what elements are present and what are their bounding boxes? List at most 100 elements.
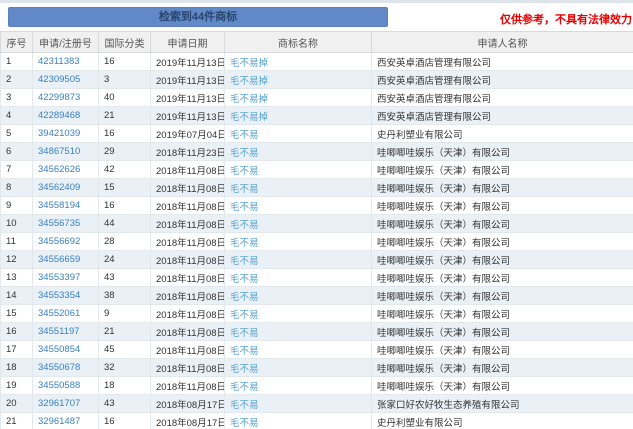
trademark-name-link[interactable]: 毛不易 <box>230 202 259 213</box>
trademark-name-link[interactable]: 毛不易掉 <box>230 94 268 105</box>
serial-number-cell: 6 <box>6 146 12 157</box>
apply-date-cell: 2019年11月13日 <box>156 75 225 87</box>
registration-number-link[interactable]: 42289468 <box>38 110 80 121</box>
registration-number-link[interactable]: 34551197 <box>38 326 80 337</box>
registration-number-link[interactable]: 34556692 <box>38 236 80 247</box>
table-row: 13 34553397 43 2018年11月08日 毛不易 哇唧唧哇娱乐（天津）有限公司 <box>0 268 633 287</box>
trademark-name-link[interactable]: 毛不易 <box>230 166 259 177</box>
serial-number-cell: 13 <box>6 272 17 283</box>
trademark-name-link[interactable]: 毛不易掉 <box>230 112 268 123</box>
applicant-name-cell: 哇唧唧哇娱乐（天津）有限公司 <box>377 147 511 159</box>
apply-date-cell: 2018年11月08日 <box>156 327 225 339</box>
intl-class-cell: 43 <box>104 272 115 283</box>
table-row: 8 34562409 15 2018年11月08日 毛不易 哇唧唧哇娱乐（天津）有限公司 <box>0 178 633 197</box>
table-row: 6 34867510 29 2018年11月23日 毛不易 哇唧唧哇娱乐（天津）有限公司 <box>0 142 633 161</box>
trademark-name-link[interactable]: 毛不易 <box>230 148 259 159</box>
registration-number-link[interactable]: 39421039 <box>38 128 80 139</box>
intl-class-cell: 32 <box>104 362 115 373</box>
registration-number-link[interactable]: 34562409 <box>38 182 80 193</box>
registration-number-link[interactable]: 34562626 <box>38 164 80 175</box>
serial-number-cell: 16 <box>6 326 17 337</box>
trademark-name-link[interactable]: 毛不易 <box>230 346 259 357</box>
apply-date-cell: 2019年07月04日 <box>156 129 225 141</box>
registration-number-link[interactable]: 32961487 <box>38 416 80 427</box>
apply-date-cell: 2018年11月08日 <box>156 291 225 303</box>
serial-number-cell: 20 <box>6 398 17 409</box>
trademark-search-results-page: 检索到44件商标 仅供参考，不具有法律效力 序号 申请/注册号 国际分类 申请日… <box>0 0 633 429</box>
intl-class-cell: 21 <box>104 110 115 121</box>
intl-class-cell: 9 <box>104 308 110 319</box>
registration-number-link[interactable]: 34556735 <box>38 218 80 229</box>
apply-date-cell: 2018年11月08日 <box>156 201 225 213</box>
applicant-name-cell: 哇唧唧哇娱乐（天津）有限公司 <box>377 237 511 249</box>
applicant-name-cell: 史丹利塑业有限公司 <box>377 417 463 429</box>
trademark-name-link[interactable]: 毛不易 <box>230 418 259 429</box>
trademark-name-link[interactable]: 毛不易 <box>230 382 259 393</box>
trademark-name-link[interactable]: 毛不易 <box>230 400 259 411</box>
column-header-registration-no: 申请/注册号 <box>32 31 99 53</box>
trademark-results-table: 序号 申请/注册号 国际分类 申请日期 商标名称 申请人名称 1 42311383… <box>0 31 633 429</box>
registration-number-link[interactable]: 34550588 <box>38 380 80 391</box>
registration-number-link[interactable]: 32961707 <box>38 398 80 409</box>
serial-number-cell: 21 <box>6 416 17 427</box>
apply-date-cell: 2018年11月08日 <box>156 237 225 249</box>
trademark-name-link[interactable]: 毛不易掉 <box>230 58 268 69</box>
results-table-header: 序号 申请/注册号 国际分类 申请日期 商标名称 申请人名称 <box>0 31 633 53</box>
trademark-name-link[interactable]: 毛不易 <box>230 256 259 267</box>
serial-number-cell: 14 <box>6 290 17 301</box>
table-row: 1 42311383 16 2019年11月13日 毛不易掉 西安英卓酒店管理有限公司 <box>0 52 633 71</box>
trademark-name-link[interactable]: 毛不易 <box>230 184 259 195</box>
registration-number-link[interactable]: 42299873 <box>38 92 80 103</box>
table-row: 19 34550588 18 2018年11月08日 毛不易 哇唧唧哇娱乐（天津）有限公司 <box>0 376 633 395</box>
apply-date-cell: 2018年11月08日 <box>156 381 225 393</box>
applicant-name-cell: 张家口好农好牧生态养殖有限公司 <box>377 399 520 411</box>
registration-number-link[interactable]: 42311383 <box>38 56 80 67</box>
table-row: 4 42289468 21 2019年11月13日 毛不易掉 西安英卓酒店管理有限公司 <box>0 106 633 125</box>
serial-number-cell: 1 <box>6 56 12 67</box>
registration-number-link[interactable]: 34550854 <box>38 344 80 355</box>
trademark-name-link[interactable]: 毛不易 <box>230 292 259 303</box>
serial-number-cell: 19 <box>6 380 17 391</box>
serial-number-cell: 12 <box>6 254 17 265</box>
apply-date-cell: 2018年11月08日 <box>156 219 225 231</box>
trademark-name-link[interactable]: 毛不易 <box>230 274 259 285</box>
result-count-banner[interactable]: 检索到44件商标 <box>8 7 388 27</box>
registration-number-link[interactable]: 34552061 <box>38 308 80 319</box>
results-table-body: 1 42311383 16 2019年11月13日 毛不易掉 西安英卓酒店管理有限公司 2 4… <box>0 52 633 429</box>
table-row: 9 34558194 16 2018年11月08日 毛不易 哇唧唧哇娱乐（天津）有限公司 <box>0 196 633 215</box>
serial-number-cell: 3 <box>6 92 12 103</box>
intl-class-cell: 16 <box>104 416 115 427</box>
applicant-name-cell: 哇唧唧哇娱乐（天津）有限公司 <box>377 201 511 213</box>
registration-number-link[interactable]: 34556659 <box>38 254 80 265</box>
trademark-name-link[interactable]: 毛不易 <box>230 130 259 141</box>
registration-number-link[interactable]: 34550678 <box>38 362 80 373</box>
intl-class-cell: 21 <box>104 326 115 337</box>
serial-number-cell: 18 <box>6 362 17 373</box>
applicant-name-cell: 哇唧唧哇娱乐（天津）有限公司 <box>377 273 511 285</box>
applicant-name-cell: 西安英卓酒店管理有限公司 <box>377 93 492 105</box>
registration-number-link[interactable]: 34553397 <box>38 272 80 283</box>
registration-number-link[interactable]: 34558194 <box>38 200 80 211</box>
trademark-name-link[interactable]: 毛不易 <box>230 238 259 249</box>
registration-number-link[interactable]: 34553354 <box>38 290 80 301</box>
applicant-name-cell: 哇唧唧哇娱乐（天津）有限公司 <box>377 165 511 177</box>
trademark-name-link[interactable]: 毛不易掉 <box>230 76 268 87</box>
serial-number-cell: 8 <box>6 182 12 193</box>
trademark-name-link[interactable]: 毛不易 <box>230 220 259 231</box>
apply-date-cell: 2018年11月23日 <box>156 147 225 159</box>
apply-date-cell: 2019年11月13日 <box>156 111 225 123</box>
applicant-name-cell: 哇唧唧哇娱乐（天津）有限公司 <box>377 345 511 357</box>
registration-number-link[interactable]: 34867510 <box>38 146 80 157</box>
trademark-name-link[interactable]: 毛不易 <box>230 310 259 321</box>
column-header-serial-no: 序号 <box>0 31 33 53</box>
intl-class-cell: 16 <box>104 200 115 211</box>
applicant-name-cell: 西安英卓酒店管理有限公司 <box>377 57 492 69</box>
table-row: 5 39421039 16 2019年07月04日 毛不易 史丹利塑业有限公司 <box>0 124 633 143</box>
column-header-intl-class: 国际分类 <box>98 31 151 53</box>
registration-number-link[interactable]: 42309505 <box>38 74 80 85</box>
serial-number-cell: 4 <box>6 110 12 121</box>
trademark-name-link[interactable]: 毛不易 <box>230 364 259 375</box>
apply-date-cell: 2018年11月08日 <box>156 363 225 375</box>
trademark-name-link[interactable]: 毛不易 <box>230 328 259 339</box>
applicant-name-cell: 哇唧唧哇娱乐（天津）有限公司 <box>377 255 511 267</box>
